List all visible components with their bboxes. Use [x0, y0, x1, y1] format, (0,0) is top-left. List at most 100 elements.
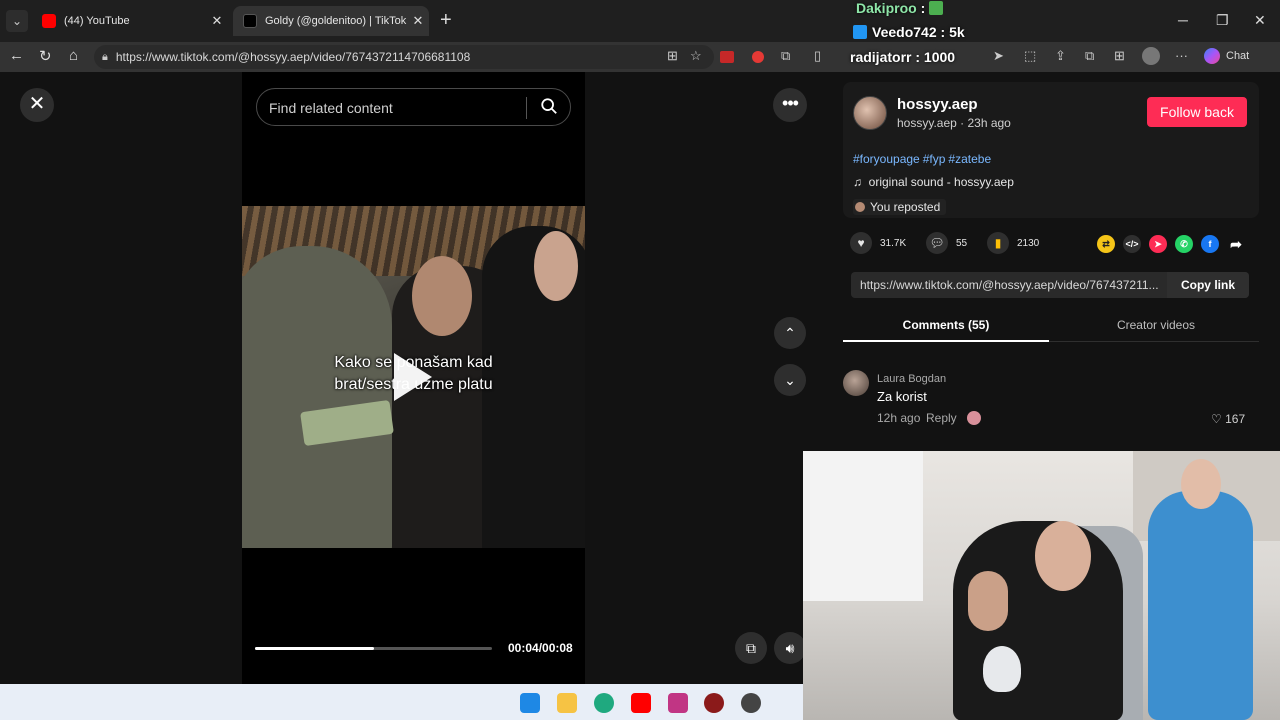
- copy-link-row: https://www.tiktok.com/@hossyy.aep/video…: [851, 272, 1249, 298]
- sound-row[interactable]: ♫ original sound - hossyy.aep: [853, 175, 1014, 189]
- embed-icon[interactable]: </>: [1123, 235, 1141, 253]
- back-icon[interactable]: ←: [9, 47, 24, 64]
- next-video-button[interactable]: ⌄: [774, 364, 806, 396]
- video-scene-person: [242, 246, 392, 548]
- commenter-avatar[interactable]: [843, 370, 869, 396]
- instagram-icon[interactable]: [668, 693, 688, 713]
- hashtag-link[interactable]: #zatebe: [948, 152, 991, 166]
- new-tab-button[interactable]: +: [440, 10, 452, 30]
- comment-like-button[interactable]: ♡ 167: [1211, 412, 1245, 426]
- address-toolbar: ← ↻ ⌂ 🔒︎ https://www.tiktok.com/@hossyy.…: [0, 42, 1280, 72]
- file-explorer-icon[interactable]: [557, 693, 577, 713]
- repost-badge: You reposted: [853, 199, 947, 215]
- edge-icon[interactable]: [594, 693, 614, 713]
- refresh-icon[interactable]: ↻: [39, 47, 52, 65]
- hashtag-link[interactable]: #fyp: [923, 152, 946, 166]
- like-button[interactable]: ♥ 31.7K: [850, 232, 906, 254]
- obs-icon[interactable]: [741, 693, 761, 713]
- pip-icon[interactable]: ⧉: [735, 632, 767, 664]
- app-available-icon[interactable]: ⊞: [667, 48, 678, 64]
- facebook-icon[interactable]: f: [1201, 235, 1219, 253]
- like-count: 31.7K: [880, 237, 907, 249]
- comment-time: 12h ago: [877, 411, 921, 425]
- volume-icon[interactable]: 🔊︎: [774, 632, 806, 664]
- repost-avatar: [855, 202, 865, 212]
- close-tab-icon[interactable]: ✕: [206, 13, 228, 29]
- tab-creator-videos[interactable]: Creator videos: [1053, 318, 1259, 332]
- author-avatar[interactable]: [853, 96, 887, 130]
- related-search-input[interactable]: Find related content: [256, 88, 571, 126]
- youtube-icon[interactable]: [631, 693, 651, 713]
- extension-icon[interactable]: [720, 51, 734, 63]
- site-info-icon[interactable]: 🔒︎: [102, 51, 108, 64]
- play-icon[interactable]: [394, 353, 432, 401]
- close-tab-icon[interactable]: ✕: [407, 13, 429, 29]
- creator-reaction-icon: [967, 411, 981, 425]
- collections-icon[interactable]: ⧉: [1085, 48, 1094, 64]
- app-icon[interactable]: [704, 693, 724, 713]
- follow-back-button[interactable]: Follow back: [1147, 97, 1247, 127]
- tab-actions-menu-icon[interactable]: ⌄: [6, 10, 28, 32]
- reply-button[interactable]: Reply: [926, 411, 957, 425]
- overlay-amount: 5k: [949, 24, 965, 40]
- search-icon[interactable]: [540, 97, 558, 115]
- browser-tab-bar: ⌄ (44) YouTube ✕ Goldy (@goldenitoo) | T…: [0, 0, 1280, 42]
- webcam-second-person-face: [1181, 459, 1221, 509]
- minimize-icon[interactable]: ─: [1178, 12, 1188, 28]
- overlay-donation-line: Veedo742 : 5k: [853, 24, 965, 40]
- save-button[interactable]: ▮ 2130: [987, 232, 1039, 254]
- more-options-button[interactable]: •••: [773, 88, 807, 122]
- screenshot-icon[interactable]: ⬚: [1024, 48, 1036, 64]
- overlay-donation-line: radijatorr : 1000: [850, 49, 956, 65]
- overlay-donation-line: Dakiproo :: [856, 0, 948, 16]
- maximize-icon[interactable]: ❐: [1216, 12, 1229, 29]
- home-icon[interactable]: ⌂: [69, 47, 78, 64]
- split-screen-icon[interactable]: ▯: [814, 48, 821, 64]
- video-viewer: ✕ Find related content ••• Kako se ponaš…: [0, 72, 825, 684]
- comment-count: 55: [956, 237, 968, 249]
- webcam-second-person: [1148, 491, 1253, 720]
- apps-icon[interactable]: ⊞: [1114, 48, 1125, 64]
- webcam-streamer-hand: [968, 571, 1008, 631]
- url-text: https://www.tiktok.com/@hossyy.aep/video…: [115, 50, 471, 64]
- game-icon: [929, 1, 944, 15]
- overlay-donor-name: Veedo742: [872, 24, 937, 40]
- windows-start-icon[interactable]: [520, 693, 540, 713]
- webcam-robot-toy: [983, 646, 1021, 692]
- send-icon[interactable]: ➤: [993, 48, 1004, 64]
- comment-text: Za korist: [877, 389, 927, 404]
- whatsapp-icon[interactable]: ✆: [1175, 235, 1193, 253]
- tab-tiktok[interactable]: Goldy (@goldenitoo) | TikTok ✕: [233, 6, 429, 36]
- send-to-friends-icon[interactable]: ➤: [1149, 235, 1167, 253]
- favorite-star-icon[interactable]: ☆: [690, 48, 702, 64]
- close-video-button[interactable]: ✕: [20, 88, 54, 122]
- repost-icon[interactable]: ⇄: [1097, 235, 1115, 253]
- previous-video-button[interactable]: ⌃: [774, 317, 806, 349]
- overlay-amount: 1000: [923, 49, 956, 65]
- share-icon[interactable]: ⇪: [1055, 48, 1066, 64]
- hashtag-link[interactable]: #foryoupage: [853, 152, 920, 166]
- sound-label: original sound - hossyy.aep: [868, 175, 1014, 189]
- extensions-puzzle-icon[interactable]: ⧉: [781, 48, 790, 64]
- copy-link-button[interactable]: Copy link: [1167, 272, 1249, 298]
- tab-comments[interactable]: Comments (55): [843, 318, 1049, 342]
- profile-avatar[interactable]: [1142, 47, 1160, 65]
- video-player[interactable]: Kako se ponašam kad brat/sestra uzme pla…: [242, 206, 585, 548]
- more-options-icon[interactable]: ···: [1175, 48, 1188, 63]
- address-field[interactable]: 🔒︎ https://www.tiktok.com/@hossyy.aep/vi…: [94, 45, 714, 69]
- comment-icon: 💬︎: [926, 232, 948, 254]
- play-badge-icon: [853, 25, 867, 39]
- video-scene-face: [412, 256, 472, 336]
- copilot-chat-button[interactable]: Chat: [1204, 48, 1249, 64]
- extension-icon[interactable]: [752, 51, 764, 63]
- tab-youtube[interactable]: (44) YouTube ✕: [32, 6, 228, 36]
- post-link-text[interactable]: https://www.tiktok.com/@hossyy.aep/video…: [860, 278, 1165, 292]
- comment-button[interactable]: 💬︎ 55: [926, 232, 967, 254]
- commenter-name[interactable]: Laura Bogdan: [877, 373, 946, 385]
- share-arrow-icon[interactable]: ➦: [1227, 235, 1245, 253]
- save-count: 2130: [1017, 237, 1040, 249]
- bookmark-icon: ▮: [987, 232, 1009, 254]
- video-progress-bar[interactable]: [255, 647, 492, 650]
- close-window-icon[interactable]: ✕: [1254, 12, 1266, 29]
- author-username[interactable]: hossyy.aep: [897, 96, 978, 113]
